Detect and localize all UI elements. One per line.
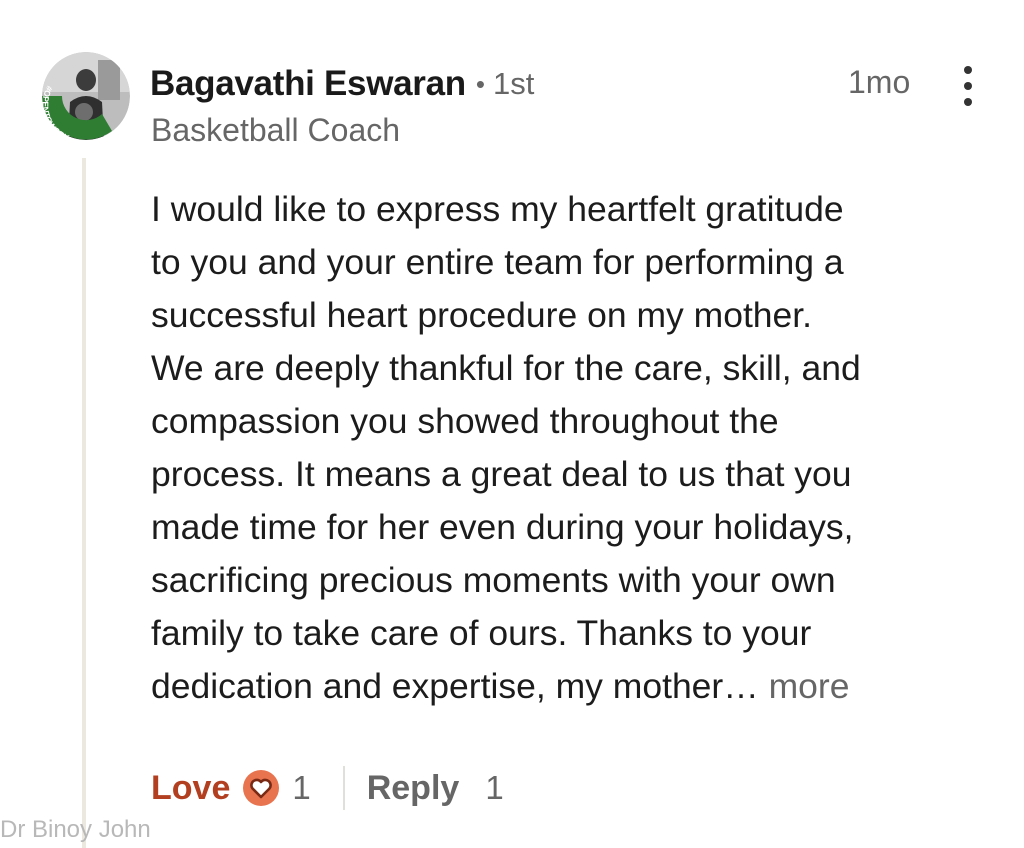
love-reaction-button[interactable]: Love [151,769,230,808]
thread-line [82,158,86,848]
comment-line: made time for her even during your holid… [151,507,854,547]
comment-actions: Love 1 Reply 1 [151,760,504,816]
comment-line: process. It means a great deal to us tha… [151,454,852,494]
avatar-image: #OPENTOWORK [42,52,130,140]
author-row: Bagavathi Eswaran • 1st [150,60,534,108]
reply-count[interactable]: 1 [485,769,503,807]
connection-degree: 1st [492,66,535,101]
comment-line: I would like to express my heartfelt gra… [151,189,844,229]
comment-line-last: dedication and expertise, my mother… mor… [151,660,981,713]
comment-line: We are deeply thankful for the care, ski… [151,348,861,388]
comment-line: successful heart procedure on my mother. [151,295,813,335]
more-vertical-icon[interactable] [956,66,980,106]
reaction-count[interactable]: 1 [292,769,310,807]
author-headline: Basketball Coach [151,112,401,148]
see-more-link[interactable]: more [759,666,850,706]
comment-line: compassion you showed throughout the [151,401,779,441]
comment-line-text: dedication and expertise, my mother… [151,666,759,706]
heart-icon[interactable] [242,769,280,807]
reply-button[interactable]: Reply [367,769,460,808]
action-divider [342,766,345,810]
comment-line: family to take care of ours. Thanks to y… [151,613,812,653]
comment-line: to you and your entire team for performi… [151,242,844,282]
avatar[interactable]: #OPENTOWORK [42,52,130,140]
separator-dot: • [475,68,485,99]
watermark: Dr Binoy John [0,816,151,843]
comment-body: I would like to express my heartfelt gra… [151,183,981,713]
author-name[interactable]: Bagavathi Eswaran [150,64,466,104]
comment-timestamp: 1mo [848,64,911,100]
comment-line: sacrificing precious moments with your o… [151,560,836,600]
